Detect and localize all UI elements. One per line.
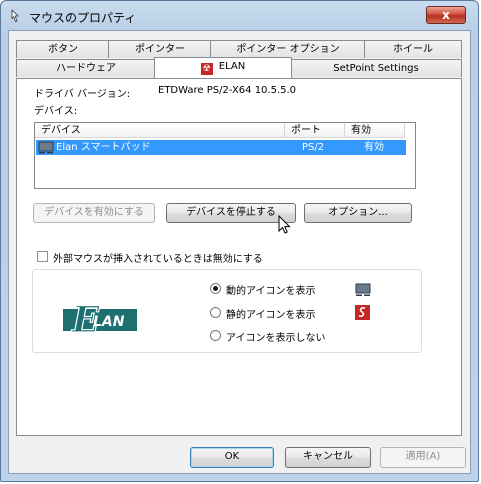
apply-button[interactable]: 適用(A): [380, 447, 466, 468]
mouse-cursor-icon: [278, 215, 291, 234]
mouse-icon: [11, 9, 19, 23]
device-row-elan-smartpad[interactable]: Elan スマートパッド PS/2 有効: [36, 140, 406, 155]
disable-on-external-mouse-checkbox[interactable]: [37, 251, 48, 262]
driver-version-value: ETDWare PS/2-X64 10.5.5.0: [158, 85, 297, 96]
tab-label: SetPoint Settings: [333, 63, 419, 74]
static-icon-label: 静的アイコンを表示: [226, 310, 316, 321]
tab-hardware[interactable]: ハードウェア: [16, 59, 156, 77]
close-icon: x: [442, 8, 450, 22]
options-button[interactable]: オプション...: [304, 203, 412, 223]
disable-device-button[interactable]: デバイスを停止する: [166, 203, 296, 223]
tab-label: ポインター オプション: [236, 44, 340, 55]
tab-wheel[interactable]: ホイール: [364, 40, 462, 58]
touchpad-icon: [38, 141, 54, 154]
disable-on-external-mouse-label: 外部マウスが挿入されているときは無効にする: [53, 254, 263, 265]
dynamic-icon-label: 動的アイコンを表示: [226, 286, 316, 297]
dynamic-icon-radio[interactable]: [210, 283, 221, 294]
device-name: Elan スマートパッド: [56, 142, 151, 153]
title-bar[interactable]: マウスのプロパティ x: [1, 1, 478, 31]
column-label: 有効: [351, 125, 371, 136]
column-label: デバイス: [41, 125, 81, 136]
tab-buttons[interactable]: ボタン: [16, 40, 110, 58]
device-port: PS/2: [302, 142, 325, 153]
ok-button[interactable]: OK: [190, 447, 274, 468]
elan-logo: E LAN: [63, 298, 137, 342]
device-enabled: 有効: [364, 142, 384, 153]
driver-version-label: ドライバ バージョン:: [34, 89, 131, 100]
tab-pointer-options[interactable]: ポインター オプション: [210, 40, 366, 58]
static-icon-radio[interactable]: [210, 307, 221, 318]
column-header-enabled[interactable]: 有効: [345, 123, 405, 138]
tab-setpoint-settings[interactable]: SetPoint Settings: [290, 59, 462, 77]
tab-label: ボタン: [48, 44, 78, 55]
no-icon-label: アイコンを表示しない: [226, 333, 326, 344]
no-icon-radio[interactable]: [210, 330, 221, 341]
tab-label: ELAN: [218, 61, 246, 72]
devices-label: デバイス:: [34, 106, 78, 117]
enable-device-button[interactable]: デバイスを有効にする: [33, 203, 155, 223]
tab-elan[interactable]: ☢ ELAN: [154, 57, 292, 78]
window-title: マウスのプロパティ: [29, 11, 137, 25]
tab-label: ホイール: [393, 44, 433, 55]
elan-logo-icon: ☢: [200, 63, 213, 75]
column-header-port[interactable]: ポート: [285, 123, 345, 138]
tab-label: ポインター: [135, 44, 185, 55]
tab-label: ハードウェア: [56, 63, 116, 74]
cancel-button[interactable]: キャンセル: [285, 447, 371, 468]
elan-red-icon: [355, 305, 370, 320]
tab-pointer[interactable]: ポインター: [108, 40, 212, 58]
touchpad-icon: [355, 283, 371, 296]
device-list[interactable]: デバイス ポート 有効 Elan スマートパッド PS/2 有効: [34, 122, 416, 189]
elan-logo-text: LAN: [93, 314, 125, 330]
column-label: ポート: [291, 125, 321, 136]
column-header-device[interactable]: デバイス: [35, 123, 285, 138]
close-button[interactable]: x: [426, 6, 466, 24]
